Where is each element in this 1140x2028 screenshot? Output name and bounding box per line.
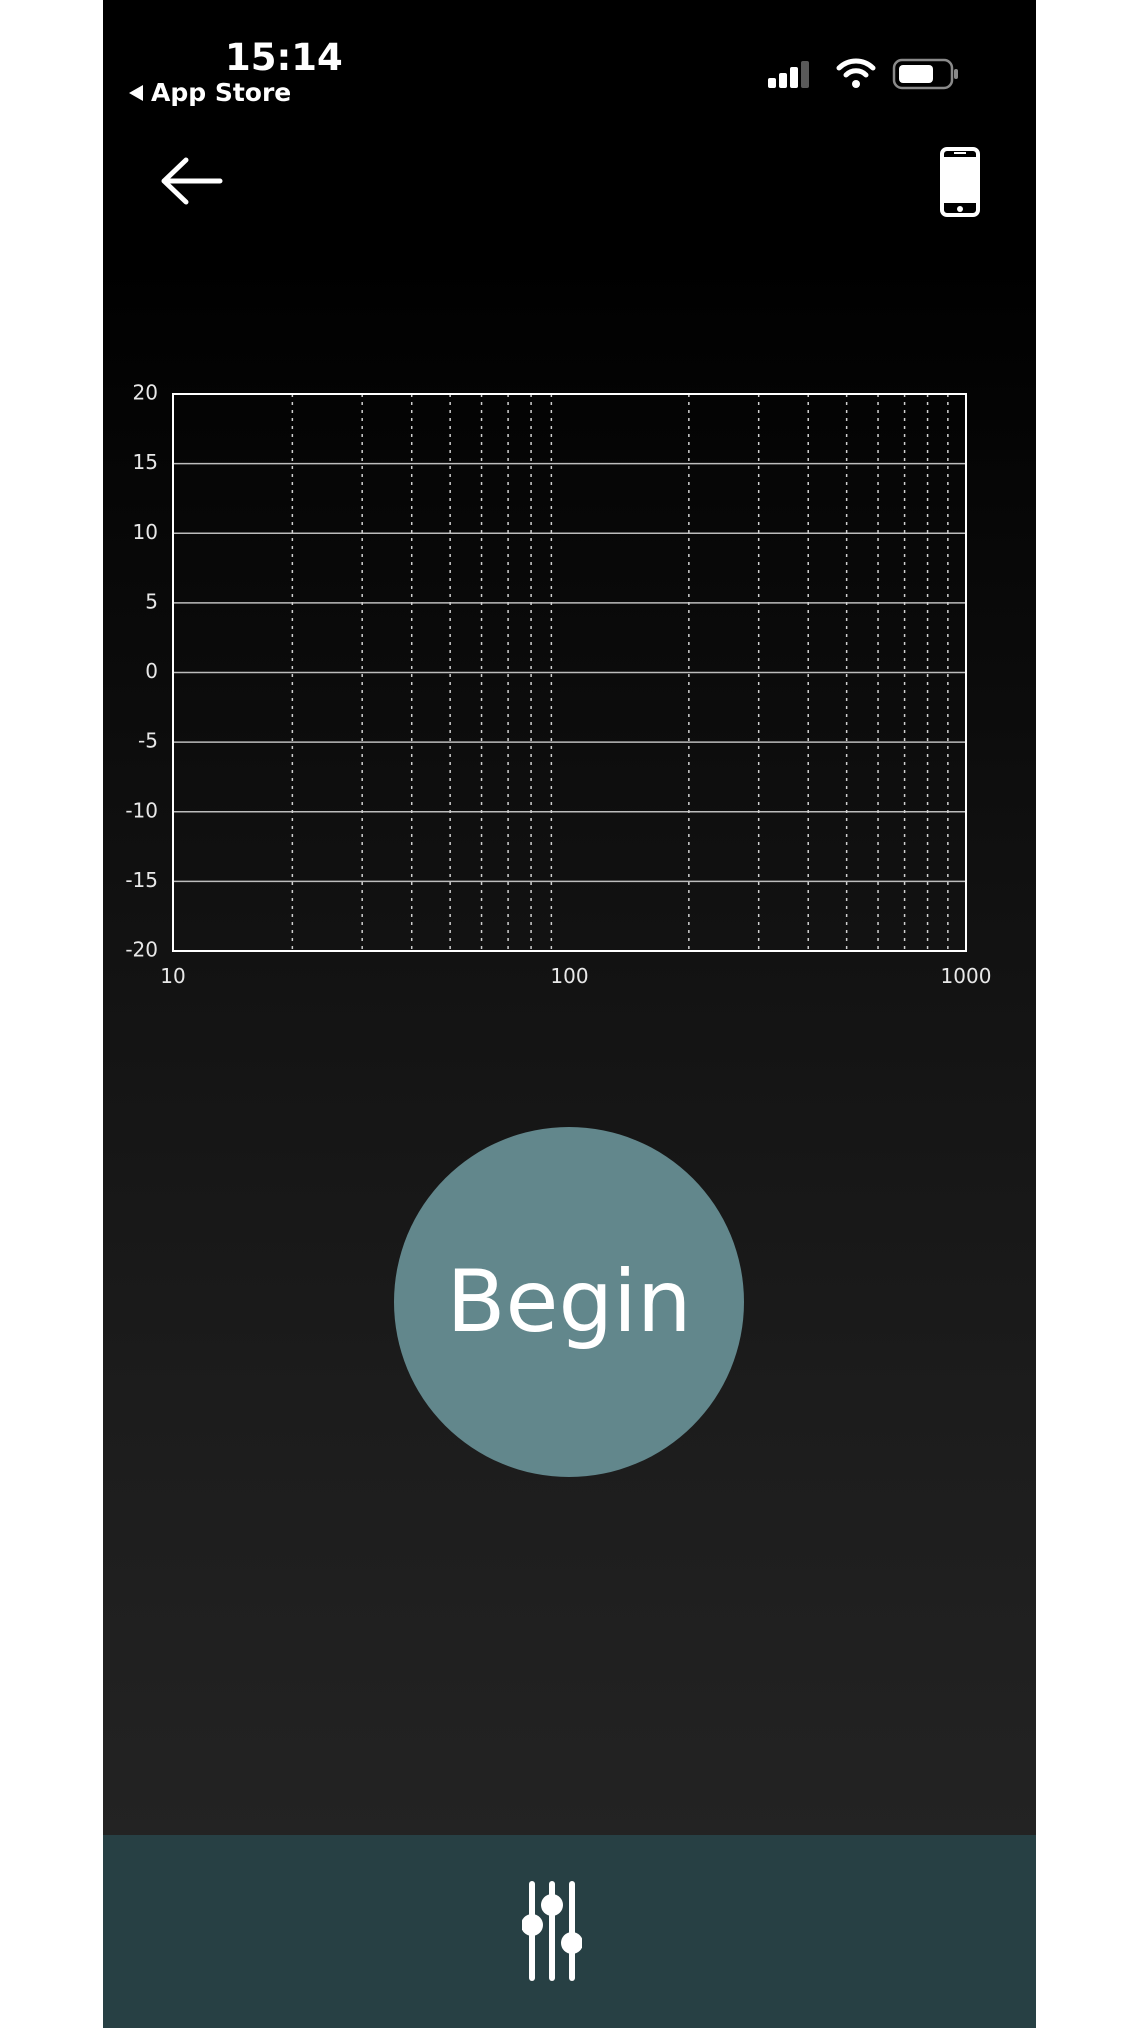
battery-icon — [892, 58, 958, 90]
y-tick-label: 10 — [133, 520, 158, 544]
back-triangle-icon — [129, 84, 143, 101]
y-tick-label: 5 — [145, 589, 158, 613]
y-tick-label: -5 — [138, 729, 158, 753]
begin-button-label: Begin — [446, 1252, 692, 1352]
arrow-left-icon[interactable] — [158, 155, 224, 207]
wifi-icon — [836, 58, 876, 88]
smartphone-icon[interactable] — [939, 146, 981, 218]
back-app-label: App Store — [151, 78, 292, 107]
y-tick-label: -20 — [125, 938, 158, 962]
status-time: 15:14 — [225, 36, 343, 79]
y-tick-label: 20 — [133, 381, 158, 405]
equalizer-sliders-icon[interactable] — [522, 1880, 582, 1982]
frequency-response-chart: 20 15 10 5 0 -5 -10 -15 -20 10 100 1000 — [125, 381, 992, 989]
cellular-signal-icon — [768, 61, 809, 88]
x-tick-label: 100 — [550, 964, 588, 988]
app-screen: 15:14 App Store 20 15 10 5 0 -5 -10 -15 … — [103, 0, 1036, 2028]
y-tick-label: -15 — [125, 868, 158, 892]
x-tick-label: 1000 — [941, 964, 992, 988]
y-tick-label: -10 — [125, 798, 158, 822]
back-to-app-store-link[interactable]: App Store — [129, 78, 291, 107]
y-tick-label: 15 — [133, 450, 158, 474]
status-icons — [768, 58, 958, 90]
x-tick-label: 10 — [160, 964, 185, 988]
y-tick-label: 0 — [145, 659, 158, 683]
begin-button[interactable]: Begin — [394, 1127, 744, 1477]
